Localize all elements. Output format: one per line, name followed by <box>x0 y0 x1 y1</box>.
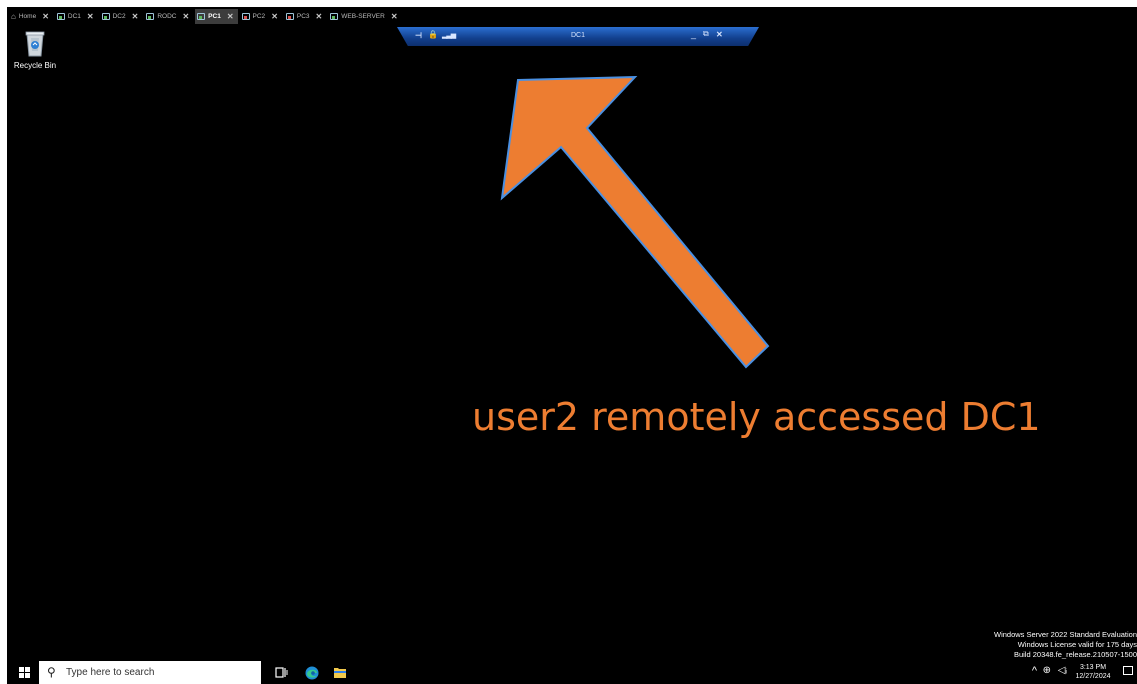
clock-date: 12/27/2024 <box>1075 673 1111 680</box>
annotation-caption: user2 remotely accessed DC1 <box>472 395 1041 439</box>
task-view-icon[interactable] <box>275 666 288 679</box>
watermark-line: Windows Server 2022 Standard Evaluation <box>994 630 1137 639</box>
notification-center-icon[interactable] <box>1123 666 1133 675</box>
system-tray: ^ ⊕ ◁ᵢ 3:13 PM 12/27/2024 <box>1007 661 1137 684</box>
search-input[interactable] <box>66 665 251 679</box>
taskbar: ⚲ ^ ⊕ ◁ᵢ 3:13 PM 12/27/2024 <box>7 661 1137 684</box>
annotation-arrow-shape <box>500 75 770 369</box>
remote-desktop-screen: ⌂ Home ✕ DC1 ✕ DC2 ✕ RODC ✕ PC1 ✕ PC2 ✕ PC3 ✕ WEB-SERVE… <box>7 7 1137 684</box>
watermark-line: Windows License valid for 175 days <box>1017 640 1137 649</box>
network-icon[interactable]: ⊕ <box>1043 665 1051 676</box>
windows-start-icon[interactable] <box>19 667 30 678</box>
volume-icon[interactable]: ◁ᵢ <box>1058 665 1067 676</box>
file-explorer-icon[interactable] <box>333 666 347 679</box>
annotation-arrow <box>500 75 770 369</box>
edge-browser-icon[interactable] <box>305 666 319 680</box>
windows-evaluation-watermark: Windows Server 2022 Standard Evaluation … <box>994 630 1137 660</box>
clock-time: 3:13 PM <box>1079 664 1107 671</box>
watermark-line: Build 20348.fe_release.210507-1500 <box>1013 650 1137 659</box>
taskbar-clock[interactable]: 3:13 PM 12/27/2024 <box>1073 663 1113 681</box>
taskbar-search-box[interactable]: ⚲ <box>39 661 261 684</box>
search-icon: ⚲ <box>47 665 56 679</box>
show-hidden-icons-chevron-icon[interactable]: ^ <box>1032 665 1037 677</box>
